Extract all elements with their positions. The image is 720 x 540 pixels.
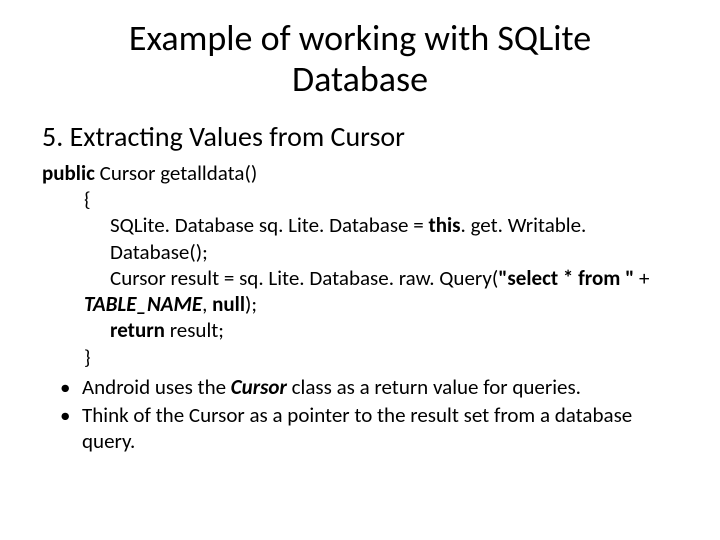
- string-literal: "select * from ": [498, 265, 634, 291]
- bullet-pre: Android uses the: [82, 374, 231, 400]
- bullet-em: Cursor: [231, 374, 287, 400]
- section-heading: 5. Extracting Values from Cursor: [42, 119, 678, 154]
- section-text: Extracting Values from Cursor: [70, 119, 405, 154]
- table-name: TABLE_NAME: [84, 291, 202, 317]
- code-line-1: SQLite. Database sq. Lite. Database = th…: [110, 212, 678, 265]
- code-line-2-wrap: TABLE_NAME, null);: [84, 291, 678, 317]
- code-signature: public Cursor getalldata(): [42, 160, 678, 186]
- keyword-null: null: [212, 291, 245, 317]
- code-line-2d: );: [245, 291, 257, 317]
- brace-open: {: [84, 186, 678, 212]
- bullet-list: Android uses the Cursor class as a retur…: [60, 374, 678, 455]
- brace-close: }: [84, 344, 678, 370]
- slide-title: Example of working with SQLite Database: [42, 18, 678, 101]
- list-item: Android uses the Cursor class as a retur…: [60, 374, 678, 400]
- list-item: Think of the Cursor as a pointer to the …: [60, 402, 678, 455]
- keyword-public: public: [42, 160, 95, 186]
- code-line-2c: ,: [202, 291, 212, 317]
- sig-rest: Cursor getalldata(): [95, 160, 257, 186]
- section-number: 5.: [42, 119, 63, 154]
- code-line-1a: SQLite. Database sq. Lite. Database =: [110, 212, 428, 238]
- code-line-3: return result;: [110, 317, 678, 343]
- bullet-pre: Think of the Cursor as a pointer to the …: [82, 402, 632, 454]
- code-line-2: Cursor result = sq. Lite. Database. raw.…: [110, 265, 678, 291]
- code-block: public Cursor getalldata() { SQLite. Dat…: [42, 160, 678, 370]
- keyword-return: return: [110, 317, 170, 343]
- code-line-2b: +: [634, 265, 649, 291]
- bullet-post: class as a return value for queries.: [287, 374, 581, 400]
- code-line-2a: Cursor result = sq. Lite. Database. raw.…: [110, 265, 498, 291]
- code-line-3-rest: result;: [170, 317, 224, 343]
- keyword-this: this: [428, 212, 460, 238]
